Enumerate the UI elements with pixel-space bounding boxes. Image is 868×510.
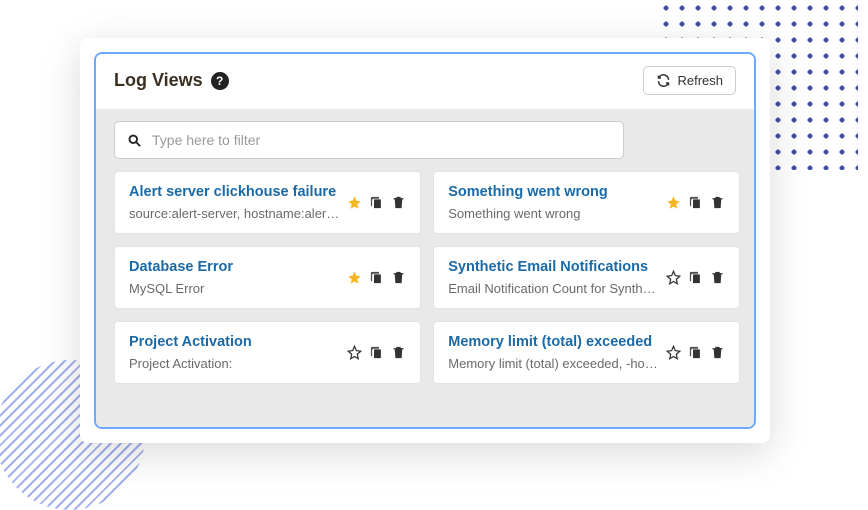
star-filled-icon[interactable] — [347, 195, 362, 210]
log-view-card[interactable]: Memory limit (total) exceeded Memory limi… — [433, 321, 740, 384]
star-outline-icon[interactable] — [347, 345, 362, 360]
copy-icon[interactable] — [369, 345, 384, 360]
filter-input[interactable] — [152, 132, 611, 148]
log-view-card[interactable]: Alert server clickhouse failure source:al… — [114, 171, 421, 234]
star-filled-icon[interactable] — [347, 270, 362, 285]
trash-icon[interactable] — [710, 270, 725, 285]
card-actions — [666, 259, 725, 296]
card-text: Something went wrong Something went wrong — [448, 184, 658, 221]
header: Log Views ? Refresh — [96, 54, 754, 109]
help-icon[interactable]: ? — [211, 72, 229, 90]
card-grid: Alert server clickhouse failure source:al… — [114, 171, 736, 384]
card-desc: Project Activation: — [129, 356, 339, 371]
inner-panel: Log Views ? Refresh — [94, 52, 756, 429]
refresh-label: Refresh — [677, 73, 723, 88]
card-text: Alert server clickhouse failure source:al… — [129, 184, 339, 221]
card-title[interactable]: Synthetic Email Notifications — [448, 259, 658, 275]
card-actions — [347, 184, 406, 221]
copy-icon[interactable] — [369, 195, 384, 210]
log-view-card[interactable]: Database Error MySQL Error — [114, 246, 421, 309]
card-desc: Email Notification Count for Synth… — [448, 281, 658, 296]
search-icon — [127, 133, 142, 148]
log-view-card[interactable]: Synthetic Email Notifications Email Notif… — [433, 246, 740, 309]
card-actions — [347, 259, 406, 296]
trash-icon[interactable] — [391, 270, 406, 285]
card-text: Database Error MySQL Error — [129, 259, 339, 296]
title-wrap: Log Views ? — [114, 70, 229, 91]
trash-icon[interactable] — [391, 195, 406, 210]
card-desc: source:alert-server, hostname:aler… — [129, 206, 339, 221]
trash-icon[interactable] — [710, 345, 725, 360]
card-title[interactable]: Project Activation — [129, 334, 339, 350]
star-filled-icon[interactable] — [666, 195, 681, 210]
card-text: Memory limit (total) exceeded Memory limi… — [448, 334, 658, 371]
card-text: Synthetic Email Notifications Email Notif… — [448, 259, 658, 296]
card-title[interactable]: Something went wrong — [448, 184, 658, 200]
copy-icon[interactable] — [369, 270, 384, 285]
star-outline-icon[interactable] — [666, 270, 681, 285]
copy-icon[interactable] — [688, 345, 703, 360]
card-text: Project Activation Project Activation: — [129, 334, 339, 371]
card-title[interactable]: Database Error — [129, 259, 339, 275]
refresh-icon — [656, 73, 671, 88]
copy-icon[interactable] — [688, 195, 703, 210]
card-title[interactable]: Alert server clickhouse failure — [129, 184, 339, 200]
card-actions — [347, 334, 406, 371]
log-view-card[interactable]: Something went wrong Something went wrong — [433, 171, 740, 234]
main-card: Log Views ? Refresh — [80, 38, 770, 443]
star-outline-icon[interactable] — [666, 345, 681, 360]
trash-icon[interactable] — [710, 195, 725, 210]
card-desc: Something went wrong — [448, 206, 658, 221]
card-actions — [666, 184, 725, 221]
refresh-button[interactable]: Refresh — [643, 66, 736, 95]
filter-box[interactable] — [114, 121, 624, 159]
page-title: Log Views — [114, 70, 203, 91]
card-desc: MySQL Error — [129, 281, 339, 296]
card-desc: Memory limit (total) exceeded, -ho… — [448, 356, 658, 371]
card-actions — [666, 334, 725, 371]
card-title[interactable]: Memory limit (total) exceeded — [448, 334, 658, 350]
log-view-card[interactable]: Project Activation Project Activation: — [114, 321, 421, 384]
content-area: Alert server clickhouse failure source:al… — [96, 109, 754, 427]
copy-icon[interactable] — [688, 270, 703, 285]
trash-icon[interactable] — [391, 345, 406, 360]
